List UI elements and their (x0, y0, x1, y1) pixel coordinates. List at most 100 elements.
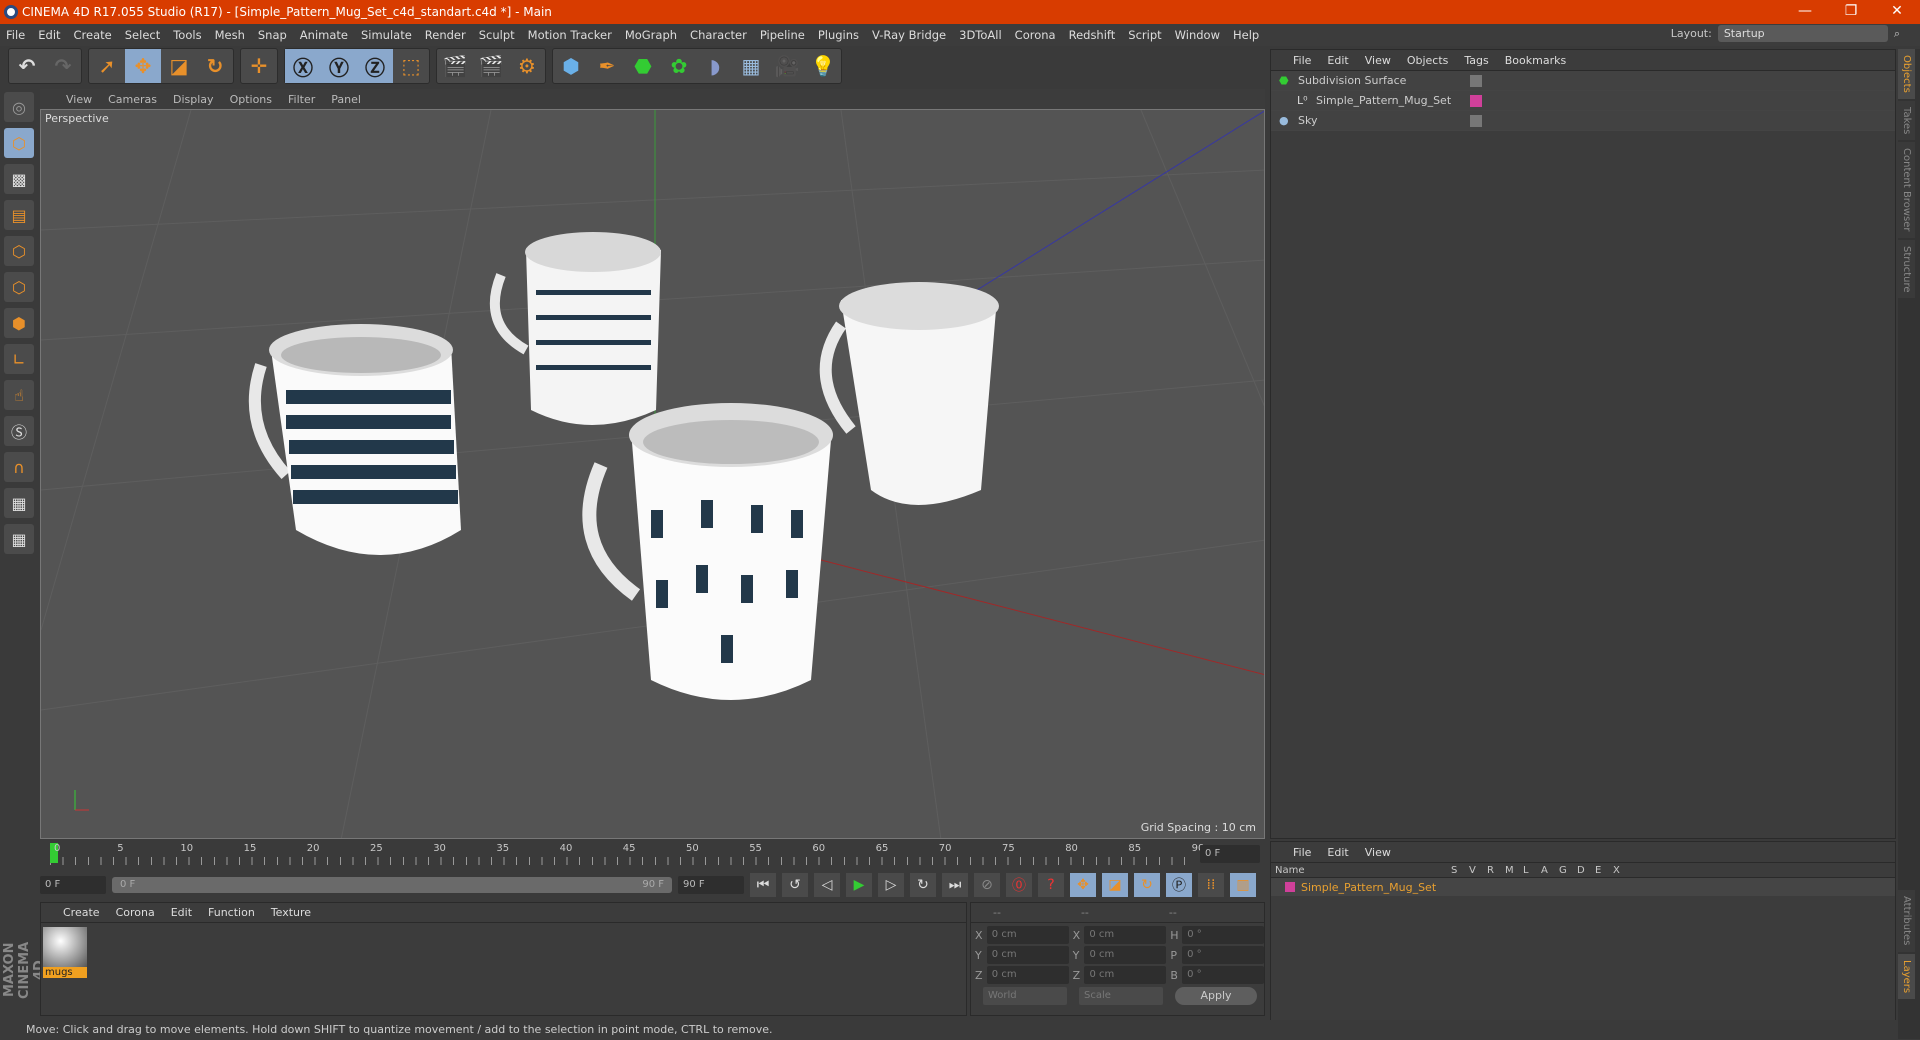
menu-simulate[interactable]: Simulate (361, 28, 412, 42)
objects-menu-file[interactable]: File (1293, 54, 1311, 67)
visibility-tag-icon[interactable] (1470, 114, 1482, 127)
layer-column-m[interactable]: M (1505, 865, 1523, 876)
play-icon[interactable]: ▶ (846, 873, 872, 897)
menu-redshift[interactable]: Redshift (1069, 28, 1116, 42)
points-mode-icon[interactable]: ⬡ (4, 236, 34, 266)
render-view-icon[interactable]: 🎬 (437, 49, 473, 83)
viewport-menu-cameras[interactable]: Cameras (108, 93, 157, 106)
menu-snap[interactable]: Snap (258, 28, 287, 42)
layer-row[interactable]: Simple_Pattern_Mug_Set (1271, 878, 1895, 896)
frame-range-slider[interactable]: 0 F 90 F (112, 877, 672, 893)
coord-field[interactable]: 0 cm (986, 966, 1069, 984)
layer-column-v[interactable]: V (1469, 865, 1487, 876)
rotate-tool-icon[interactable]: ↻ (197, 49, 233, 83)
axis-mode-icon[interactable]: ∟ (4, 344, 34, 374)
deformer-icon[interactable]: ◗ (697, 49, 733, 83)
layer-column-x[interactable]: X (1613, 865, 1631, 876)
menu-render[interactable]: Render (425, 28, 466, 42)
timeline-ruler[interactable]: 0 5 10 15 20 25 30 35 40 45 50 55 60 65 70 75 80 85 90 0 F (40, 841, 1265, 869)
texture-mode-icon[interactable]: ▩ (4, 164, 34, 194)
restore-button[interactable]: ❐ (1828, 0, 1874, 24)
key-position-icon[interactable]: ✥ (1070, 873, 1096, 897)
layer-menu-view[interactable]: View (1365, 846, 1391, 859)
close-button[interactable]: ✕ (1874, 0, 1920, 24)
mograph-cloner-icon[interactable]: ✿ (661, 49, 697, 83)
y-axis-icon[interactable]: Ⓨ (321, 49, 357, 83)
viewport-3d[interactable]: Perspective Grid Spacing : 10 cm (40, 109, 1265, 839)
side-tab-structure[interactable]: Structure (1898, 239, 1915, 299)
planar-workplane-icon[interactable]: ▦ (4, 524, 34, 554)
render-picture-viewer-icon[interactable]: 🎬 (473, 49, 509, 83)
side-tab-layers[interactable]: Layers (1898, 953, 1915, 999)
coord-field[interactable]: 0 ° (1182, 946, 1264, 964)
coord-field[interactable]: 0 cm (986, 926, 1069, 944)
menu-window[interactable]: Window (1175, 28, 1220, 42)
menu-plugins[interactable]: Plugins (818, 28, 859, 42)
coord-field[interactable]: 0 ° (1182, 966, 1264, 984)
key-rotation-icon[interactable]: ↻ (1134, 873, 1160, 897)
locked-workplane-icon[interactable]: ▦ (4, 488, 34, 518)
key-pla-icon[interactable]: ⁞⁞ (1198, 873, 1224, 897)
material-menu-texture[interactable]: Texture (271, 906, 311, 919)
apply-button[interactable]: Apply (1175, 987, 1257, 1005)
material-menu-create[interactable]: Create (63, 906, 100, 919)
menu-tools[interactable]: Tools (173, 28, 201, 42)
coord-type-dropdown[interactable]: Scale (1079, 987, 1163, 1005)
side-tab-attributes[interactable]: Attributes (1898, 890, 1915, 952)
record-keys-icon[interactable]: ⊘ (974, 873, 1000, 897)
layer-column-name[interactable]: Name (1275, 865, 1451, 876)
side-tab-content-browser[interactable]: Content Browser (1898, 142, 1915, 238)
layer-column-a[interactable]: A (1541, 865, 1559, 876)
layer-menu-file[interactable]: File (1293, 846, 1311, 859)
side-tab-objects[interactable]: Objects (1898, 49, 1915, 99)
menu-animate[interactable]: Animate (300, 28, 348, 42)
coord-field[interactable]: 0 ° (1182, 926, 1264, 944)
next-frame-icon[interactable]: ▷ (878, 873, 904, 897)
coord-field[interactable]: 0 cm (1084, 926, 1167, 944)
menu-help[interactable]: Help (1233, 28, 1259, 42)
minimize-button[interactable]: — (1782, 0, 1828, 24)
coord-field[interactable]: 0 cm (1084, 966, 1167, 984)
key-scale-icon[interactable]: ◪ (1102, 873, 1128, 897)
menu-3dtoall[interactable]: 3DToAll (959, 28, 1002, 42)
model-mode-icon[interactable]: ⬡ (4, 128, 34, 158)
object-row[interactable]: L⁰ Simple_Pattern_Mug_Set (1271, 91, 1895, 111)
layer-column-r[interactable]: R (1487, 865, 1505, 876)
subdivision-icon[interactable]: ⬣ (625, 49, 661, 83)
autokey-icon[interactable]: ⓪ (1006, 873, 1032, 897)
menu-file[interactable]: File (6, 28, 25, 42)
make-editable-icon[interactable]: ◎ (4, 92, 34, 122)
objects-menu-view[interactable]: View (1365, 54, 1391, 67)
viewport-menu-display[interactable]: Display (173, 93, 214, 106)
object-row[interactable]: ● Sky (1271, 111, 1895, 131)
floor-icon[interactable]: ▦ (733, 49, 769, 83)
menu-select[interactable]: Select (125, 28, 160, 42)
menu-motion-tracker[interactable]: Motion Tracker (528, 28, 612, 42)
end-frame-field[interactable]: 90 F (678, 876, 744, 894)
layer-column-l[interactable]: L (1523, 865, 1541, 876)
pen-spline-icon[interactable]: ✒ (589, 49, 625, 83)
redo-icon[interactable]: ↷ (45, 49, 81, 83)
material-mugs[interactable]: mugs (43, 927, 87, 978)
menu-corona[interactable]: Corona (1015, 28, 1056, 42)
timeline-window-icon[interactable]: ▥ (1230, 873, 1256, 897)
magnet-icon[interactable]: ∩ (4, 452, 34, 482)
viewport-menu-options[interactable]: Options (230, 93, 272, 106)
menu-pipeline[interactable]: Pipeline (760, 28, 805, 42)
menu-character[interactable]: Character (690, 28, 747, 42)
objects-menu-bookmarks[interactable]: Bookmarks (1505, 54, 1566, 67)
workplane-icon[interactable]: ▤ (4, 200, 34, 230)
search-icon[interactable]: ⌕ (1894, 27, 1900, 41)
light-icon[interactable]: 💡 (805, 49, 841, 83)
z-axis-icon[interactable]: Ⓩ (357, 49, 393, 83)
layer-column-e[interactable]: E (1595, 865, 1613, 876)
transform-tool-icon[interactable]: ✛ (241, 49, 277, 83)
viewport-menu-view[interactable]: View (66, 93, 92, 106)
coord-field[interactable]: 0 cm (986, 946, 1069, 964)
objects-menu-objects[interactable]: Objects (1407, 54, 1449, 67)
coordinate-system-icon[interactable]: ⬚ (393, 49, 429, 83)
select-arrow-icon[interactable]: ➚ (89, 49, 125, 83)
material-menu-edit[interactable]: Edit (171, 906, 192, 919)
material-menu-function[interactable]: Function (208, 906, 255, 919)
objects-menu-edit[interactable]: Edit (1327, 54, 1348, 67)
